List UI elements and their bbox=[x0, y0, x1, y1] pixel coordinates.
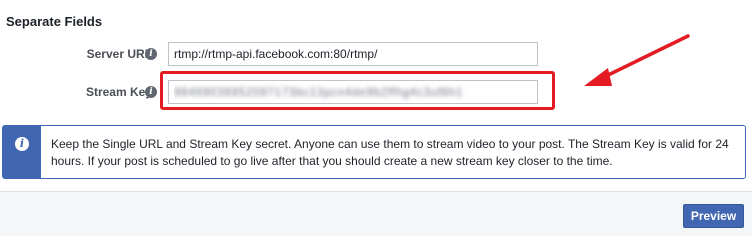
server-url-input[interactable] bbox=[168, 42, 538, 66]
info-notice: i Keep the Single URL and Stream Key sec… bbox=[2, 125, 746, 179]
server-url-row: Server URL i bbox=[0, 42, 540, 66]
notice-side-bar: i bbox=[3, 126, 41, 178]
arrow-icon bbox=[584, 34, 690, 86]
notice-text: Keep the Single URL and Stream Key secre… bbox=[51, 137, 729, 168]
server-url-label: Server URL bbox=[86, 47, 152, 61]
footer-bar: Preview bbox=[0, 191, 752, 236]
section-title: Separate Fields bbox=[6, 14, 103, 29]
info-icon[interactable]: i bbox=[145, 48, 157, 60]
annotation-highlight-box bbox=[160, 71, 555, 110]
info-icon[interactable]: i bbox=[145, 86, 157, 98]
preview-button[interactable]: Preview bbox=[683, 204, 744, 228]
info-icon: i bbox=[15, 137, 29, 151]
stream-key-label: Stream Key bbox=[85, 85, 152, 99]
